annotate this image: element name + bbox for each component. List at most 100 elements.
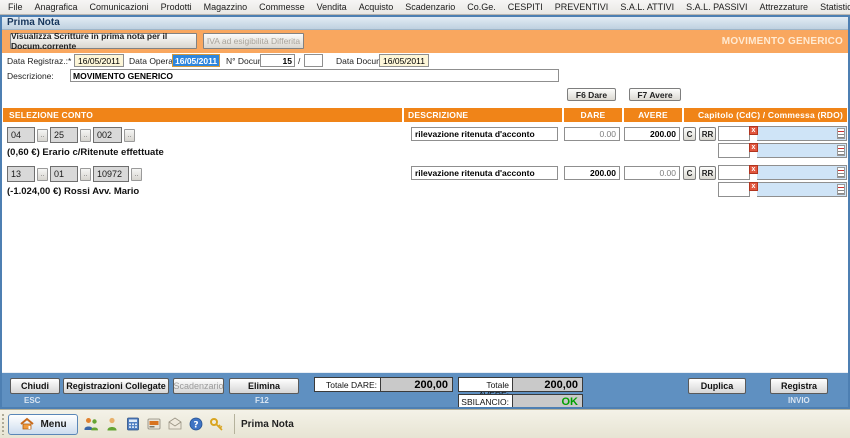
menu-acquisto[interactable]: Acquisto [353,2,400,12]
registrazioni-collegate-button[interactable]: Registrazioni Collegate [63,378,169,394]
menu-button[interactable]: Menu [8,413,78,435]
row1-sottoconto-field[interactable] [93,127,122,143]
registra-button[interactable]: Registra [770,378,828,394]
menu-cespiti[interactable]: CESPITI [502,2,549,12]
row1-conto-gruppo-field[interactable] [50,127,78,143]
list-lookup-icon[interactable] [837,184,845,195]
menu-comunicazioni[interactable]: Comunicazioni [84,2,155,12]
row1-capitolo2-desc-field[interactable] [757,143,847,158]
n-docum-bis-field[interactable] [304,54,323,67]
header-form: Data Registraz.:* Data Operaz.:* N° Docu… [2,53,848,108]
totale-avere-label: Totale AVERE: [458,377,513,400]
totale-avere-value: 200,00 [513,377,583,392]
clear-icon[interactable]: x [749,143,758,152]
menu-magazzino[interactable]: Magazzino [198,2,254,12]
row1-capitolo1-desc-field[interactable] [757,126,847,141]
descrizione-field[interactable] [70,69,559,82]
grid-header: SELEZIONE CONTO DESCRIZIONE DARE AVERE C… [2,108,848,122]
n-docum-field[interactable] [260,54,295,67]
data-docum-field[interactable] [379,54,429,67]
row1-sottoconto-lookup-button[interactable]: .. [124,129,135,142]
row2-sottoconto-field[interactable] [93,166,129,182]
help-icon[interactable]: ? [188,416,204,432]
prima-nota-window: File Anagrafica Comunicazioni Prodotti M… [0,0,850,438]
row1-gruppo-lookup-button[interactable]: .. [80,129,91,142]
data-registraz-label: Data Registraz.:* [7,56,72,66]
clear-icon[interactable]: x [749,165,758,174]
header-selezione-conto: SELEZIONE CONTO [3,108,402,122]
menu-statistiche[interactable]: Statistiche [814,2,850,12]
menu-coge[interactable]: Co.Ge. [461,2,502,12]
visualizza-scritture-button[interactable]: Visualizza Scritture in prima nota per i… [10,31,197,51]
row2-conto-mastro-field[interactable] [7,166,35,182]
menu-prodotti[interactable]: Prodotti [155,2,198,12]
footer-bar: Chiudi ESC Registrazioni Collegate Scade… [2,372,848,409]
row2-capitolo-1: x [718,165,847,180]
row2-dare-field[interactable] [564,166,620,180]
menu-scadenzario[interactable]: Scadenzario [399,2,461,12]
mail-icon[interactable] [167,416,183,432]
row1-conto-mastro-field[interactable] [7,127,35,143]
row1-dare-field [564,127,620,141]
row1-c-button[interactable]: C [683,127,696,141]
f6-dare-button[interactable]: F6 Dare [567,88,616,101]
menu-vendita[interactable]: Vendita [311,2,353,12]
statusbar-divider [234,414,235,434]
list-lookup-icon[interactable] [837,128,845,139]
card-icon[interactable] [146,416,162,432]
chiudi-button[interactable]: Chiudi [10,378,60,394]
row2-gruppo-lookup-button[interactable]: .. [80,168,91,181]
menu-sal-attivi[interactable]: S.A.L. ATTIVI [614,2,680,12]
row2-conto-gruppo-field[interactable] [50,166,78,182]
iva-esigibilita-button: IVA ad esigibilità Differita [203,33,304,49]
row1-mastro-lookup-button[interactable]: .. [37,129,48,142]
row2-mastro-lookup-button[interactable]: .. [37,168,48,181]
docum-slash-label: / [298,56,301,66]
row1-descrizione-field[interactable] [411,127,558,141]
row2-capitolo1-desc-field[interactable] [757,165,847,180]
row2-c-button[interactable]: C [683,166,696,180]
row2-capitolo-2: x [718,182,847,197]
menu-preventivi[interactable]: PREVENTIVI [549,2,615,12]
f7-avere-button[interactable]: F7 Avere [629,88,681,101]
menu-sal-passivi[interactable]: S.A.L. PASSIVI [680,2,753,12]
menu-button-label: Menu [40,418,67,430]
row2-capitolo1-code-field[interactable] [718,165,750,180]
row2-descrizione-field[interactable] [411,166,558,180]
row2-capitolo2-code-field[interactable] [718,182,750,197]
menu-attrezzature[interactable]: Attrezzature [754,2,815,12]
row1-avere-field[interactable] [624,127,680,141]
elimina-button[interactable]: Elimina [229,378,299,394]
row2-sottoconto-lookup-button[interactable]: .. [131,168,142,181]
row1-capitolo1-code-field[interactable] [718,126,750,141]
user-icon[interactable] [104,416,120,432]
row2-rr-button[interactable]: RR [699,166,716,180]
menu-anagrafica[interactable]: Anagrafica [29,2,84,12]
row2-avere-field [624,166,680,180]
row1-rr-button[interactable]: RR [699,127,716,141]
data-operaz-field[interactable] [172,54,220,67]
key-icon[interactable] [209,416,225,432]
totale-dare-value: 200,00 [381,377,453,392]
data-registraz-field[interactable] [74,54,124,67]
users-icon[interactable] [83,416,99,432]
list-lookup-icon[interactable] [837,167,845,178]
calculator-icon[interactable] [125,416,141,432]
totale-dare-label: Totale DARE: [314,377,381,392]
clear-icon[interactable]: x [749,182,758,191]
orange-toolbar: Visualizza Scritture in prima nota per i… [2,30,848,53]
row2-capitolo2-desc-field[interactable] [757,182,847,197]
row1-conto-info-label: (0,60 €) Erario c/Ritenute effettuate [7,147,164,158]
page-title: Prima Nota [0,15,850,30]
menu-file[interactable]: File [2,2,29,12]
header-dare: DARE [564,108,622,122]
list-lookup-icon[interactable] [837,145,845,156]
elimina-key-hint: F12 [255,396,269,405]
menu-commesse[interactable]: Commesse [253,2,311,12]
row1-capitolo2-code-field[interactable] [718,143,750,158]
duplica-button[interactable]: Duplica [688,378,746,394]
clear-icon[interactable]: x [749,126,758,135]
header-capitolo-commessa: Capitolo (CdC) / Commessa (RDO) [684,108,847,122]
home-icon [19,416,35,432]
row1-capitolo-2: x [718,143,847,158]
